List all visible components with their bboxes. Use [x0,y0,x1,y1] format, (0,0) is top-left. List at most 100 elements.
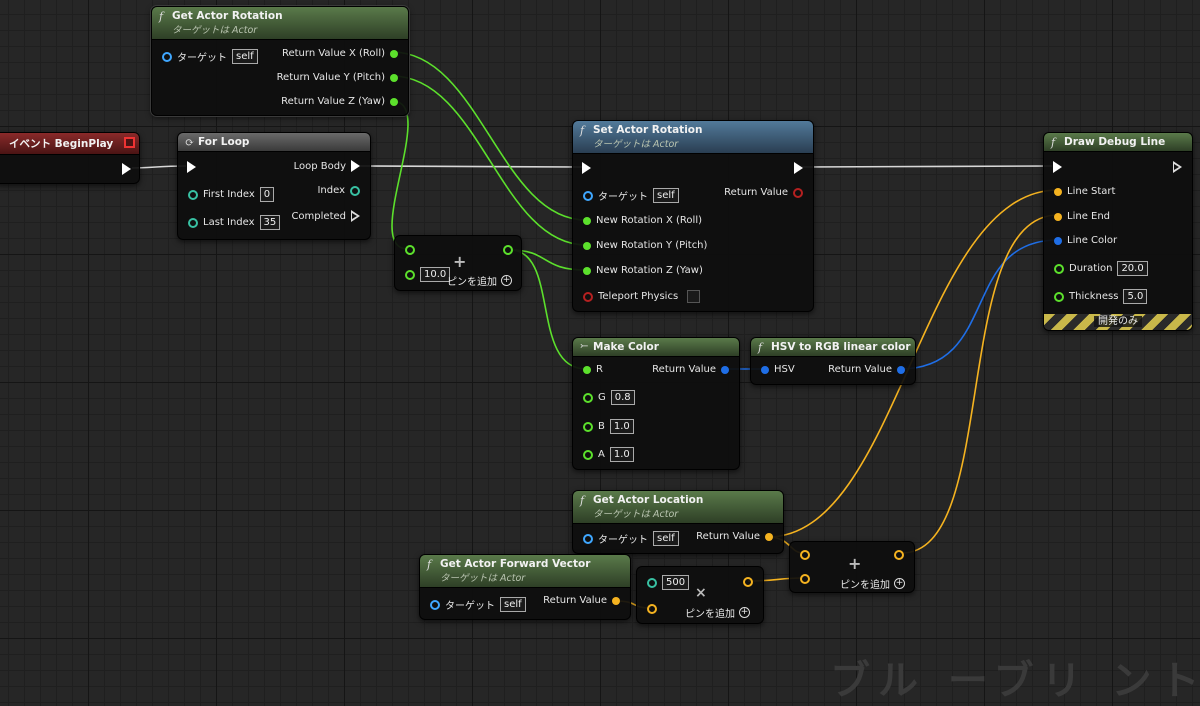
pin-exec-in[interactable] [582,162,591,174]
exec-pin-icon[interactable] [187,161,196,173]
vector-pin-icon[interactable] [743,577,753,587]
int-pin-icon[interactable] [188,217,198,228]
float-pin-icon[interactable] [583,421,593,432]
float-pin-icon[interactable] [390,49,398,58]
pin-duration[interactable]: Duration 20.0 [1054,261,1148,276]
first-index-field[interactable]: 0 [259,187,275,202]
node-hsv-to-rgb[interactable]: f HSV to RGB linear color HSV Return Val… [750,337,916,385]
thickness-field[interactable]: 5.0 [1123,289,1148,304]
pin-teleport-physics[interactable]: Teleport Physics [583,290,701,303]
exec-pin-icon[interactable] [351,210,360,222]
pin-line-color[interactable]: Line Color [1054,235,1117,246]
add-pin-button[interactable]: ピンを追加 + [447,273,512,288]
exec-pin-icon[interactable] [1053,161,1062,173]
float-pin-icon[interactable] [390,73,398,82]
multiplier-field[interactable]: 500 [662,575,690,590]
int-pin-icon[interactable] [188,189,198,200]
object-pin-icon[interactable] [583,533,593,544]
node-get-actor-location[interactable]: f Get Actor Location ターゲットは Actor ターゲット … [572,490,784,554]
float-pin-icon[interactable] [405,245,415,255]
node-add-vector[interactable]: + ピンを追加 + [789,541,915,593]
object-pin-icon[interactable] [583,190,593,201]
pin-a[interactable]: 500 [647,575,690,590]
pin-new-rotation-y[interactable]: New Rotation Y (Pitch) [583,240,707,251]
target-value-field[interactable]: self [500,597,526,612]
int-pin-icon[interactable] [350,185,360,196]
node-add-float[interactable]: + 10.0 ピンを追加 + [394,235,522,291]
pin-r[interactable]: R [583,364,603,375]
add-circle-icon[interactable]: + [894,578,905,589]
pin-return-value[interactable]: Return Value [724,187,803,198]
float-value-field[interactable]: 10.0 [420,267,451,282]
vector-pin-icon[interactable] [1054,212,1062,221]
pin-return-value[interactable]: Return Value [696,531,773,542]
pin-a[interactable]: A 1.0 [583,447,634,462]
pin-exec-out[interactable] [122,163,131,175]
add-circle-icon[interactable]: + [501,275,512,286]
pin-b[interactable]: B 1.0 [583,419,634,434]
a-value-field[interactable]: 1.0 [609,447,634,462]
float-pin-icon[interactable] [583,241,591,250]
last-index-field[interactable]: 35 [259,215,281,230]
pin-b[interactable]: 10.0 [405,267,451,282]
pin-completed[interactable]: Completed [291,210,360,222]
pin-index[interactable]: Index [317,185,360,196]
add-pin-button[interactable]: ピンを追加 + [685,605,750,620]
node-draw-debug-line[interactable]: f Draw Debug Line Line Start Line End Li… [1043,132,1193,331]
vector-pin-icon[interactable] [800,550,810,560]
vector-pin-icon[interactable] [894,550,904,560]
g-value-field[interactable]: 0.8 [610,390,635,405]
add-circle-icon[interactable]: + [739,607,750,618]
node-event-begin-play[interactable]: イベント BeginPlay [0,132,140,184]
vector-pin-icon[interactable] [1054,187,1062,196]
pin-exec-out[interactable] [1173,161,1182,173]
node-get-actor-forward-vector[interactable]: f Get Actor Forward Vector ターゲットは Actor … [419,554,631,620]
object-pin-icon[interactable] [162,51,172,62]
int-pin-icon[interactable] [647,577,657,588]
pin-return-x[interactable]: Return Value X (Roll) [282,48,398,59]
object-pin-icon[interactable] [430,599,440,610]
pin-target[interactable]: ターゲット self [583,188,679,203]
pin-last-index[interactable]: Last Index 35 [188,215,281,230]
vector-pin-icon[interactable] [612,596,620,605]
node-set-actor-rotation[interactable]: f Set Actor Rotation ターゲットは Actor ターゲット … [572,120,814,312]
node-multiply[interactable]: 500 × ピンを追加 + [636,566,764,624]
color-pin-icon[interactable] [897,365,905,374]
pin-line-start[interactable]: Line Start [1054,186,1115,197]
color-pin-icon[interactable] [721,365,729,374]
exec-pin-icon[interactable] [122,163,131,175]
teleport-checkbox[interactable] [687,290,701,303]
float-pin-icon[interactable] [583,266,591,275]
pin-new-rotation-z[interactable]: New Rotation Z (Yaw) [583,265,703,276]
target-value-field[interactable]: self [653,531,679,546]
float-pin-icon[interactable] [583,449,593,460]
float-pin-icon[interactable] [1054,291,1064,302]
pin-new-rotation-x[interactable]: New Rotation X (Roll) [583,215,702,226]
pin-exec-in[interactable] [1053,161,1062,173]
pin-target[interactable]: ターゲット self [162,49,258,64]
exec-pin-icon[interactable] [351,160,360,172]
bool-pin-icon[interactable] [793,187,803,198]
pin-g[interactable]: G 0.8 [583,390,635,405]
color-pin-icon[interactable] [1054,236,1062,245]
color-pin-icon[interactable] [761,365,769,374]
pin-return-value[interactable]: Return Value [828,364,905,375]
pin-target[interactable]: ターゲット self [430,597,526,612]
target-value-field[interactable]: self [653,188,679,203]
add-pin-button[interactable]: ピンを追加 + [840,576,905,591]
target-value-field[interactable]: self [232,49,258,64]
exec-pin-icon[interactable] [1173,161,1182,173]
pin-loop-body[interactable]: Loop Body [294,160,360,172]
float-pin-icon[interactable] [583,392,593,403]
pin-first-index[interactable]: First Index 0 [188,187,275,202]
pin-return-y[interactable]: Return Value Y (Pitch) [277,72,398,83]
exec-pin-icon[interactable] [794,162,803,174]
float-pin-icon[interactable] [390,97,398,106]
bool-pin-icon[interactable] [583,291,593,302]
vector-pin-icon[interactable] [765,532,773,541]
pin-target[interactable]: ターゲット self [583,531,679,546]
vector-pin-icon[interactable] [800,574,810,584]
node-for-loop[interactable]: ⟳ For Loop Loop Body First Index 0 Index… [177,132,371,240]
node-get-actor-rotation[interactable]: f Get Actor Rotation ターゲットは Actor ターゲット … [151,6,409,116]
pin-return-z[interactable]: Return Value Z (Yaw) [281,96,398,107]
